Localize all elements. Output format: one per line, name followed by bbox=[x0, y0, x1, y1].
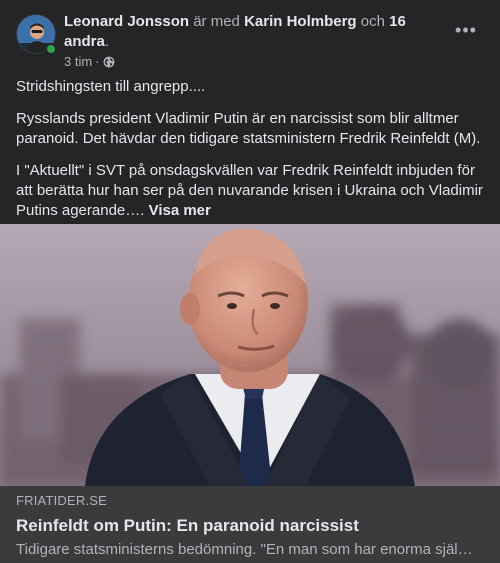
post-author-line: Leonard Jonsson är med Karin Holmberg oc… bbox=[64, 12, 444, 52]
post-meta: Leonard Jonsson är med Karin Holmberg oc… bbox=[64, 12, 444, 70]
link-domain: FRIATIDER.SE bbox=[16, 493, 108, 508]
post-header: Leonard Jonsson är med Karin Holmberg oc… bbox=[16, 12, 484, 70]
post-paragraph-3-text: I "Aktuellt" i SVT på onsdagskvällen var… bbox=[16, 162, 483, 219]
post-paragraph-2: Rysslands president Vladimir Putin är en… bbox=[16, 110, 481, 147]
post-timestamp[interactable]: 3 tim bbox=[64, 54, 92, 70]
more-options-button[interactable]: ••• bbox=[448, 18, 484, 42]
post-paragraph-3: I "Aktuellt" i SVT på onsdagskvällen var… bbox=[16, 161, 486, 221]
globe-icon bbox=[103, 56, 115, 68]
link-preview[interactable]: FRIATIDER.SE Reinfeldt om Putin: En para… bbox=[0, 486, 500, 563]
link-description: Tidigare statsministerns bedömning. "En … bbox=[16, 541, 473, 558]
post-time-row: 3 tim · bbox=[64, 54, 444, 70]
post-paragraph-1: Stridshingsten till angrepp.... bbox=[16, 78, 206, 95]
tagged-person[interactable]: Karin Holmberg bbox=[244, 13, 357, 30]
author-name[interactable]: Leonard Jonsson bbox=[64, 13, 189, 30]
online-status-dot bbox=[45, 43, 57, 55]
period: . bbox=[104, 33, 110, 50]
link-preview-image[interactable] bbox=[0, 224, 500, 486]
with-text: är med bbox=[193, 13, 240, 30]
post-text: Stridshingsten till angrepp.... Ryssland… bbox=[16, 77, 486, 233]
see-more-link[interactable]: Visa mer bbox=[149, 202, 211, 219]
separator: · bbox=[95, 54, 100, 69]
feed-post: Leonard Jonsson är med Karin Holmberg oc… bbox=[0, 0, 500, 563]
link-title[interactable]: Reinfeldt om Putin: En paranoid narcissi… bbox=[16, 515, 484, 537]
and-text: och bbox=[360, 13, 385, 30]
